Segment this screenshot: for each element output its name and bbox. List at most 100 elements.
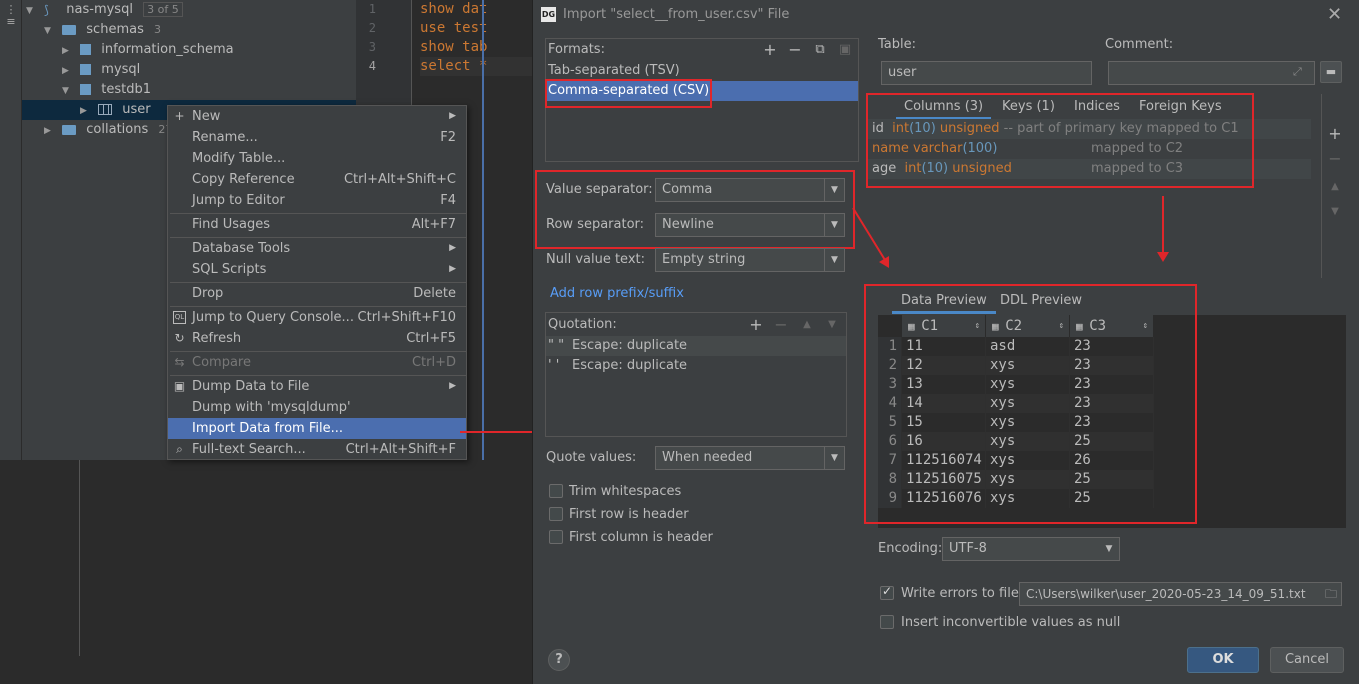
table-cell[interactable]: 13 bbox=[902, 375, 986, 394]
menu-item-find-usages[interactable]: Find Usages Alt+F7 bbox=[168, 214, 466, 235]
database-icon[interactable]: ⋮ ≡ bbox=[5, 4, 17, 30]
comment-input[interactable] bbox=[1108, 61, 1315, 85]
menu-item-new[interactable]: + New ▶ bbox=[168, 106, 466, 127]
column-row[interactable]: id int(10) unsigned -- part of primary k… bbox=[866, 119, 1311, 139]
copy-icon[interactable]: ⧉ bbox=[812, 42, 828, 58]
table-cell[interactable]: 25 bbox=[1070, 432, 1154, 451]
table-cell[interactable]: 112516074 bbox=[902, 451, 986, 470]
table-cell[interactable]: 15 bbox=[902, 413, 986, 432]
table-cell[interactable]: 14 bbox=[902, 394, 986, 413]
cancel-button[interactable]: Cancel bbox=[1270, 647, 1344, 673]
chevron-right-icon[interactable]: ▶ bbox=[62, 41, 74, 61]
menu-item-jump-to-console[interactable]: QL Jump to Query Console... Ctrl+Shift+F10 bbox=[168, 307, 466, 328]
menu-item-dump-data[interactable]: ▣ Dump Data to File ▶ bbox=[168, 376, 466, 397]
move-down-icon[interactable]: ▼ bbox=[824, 317, 840, 333]
table-cell[interactable]: 25 bbox=[1070, 489, 1154, 508]
tree-item-user[interactable]: ▶ user bbox=[80, 100, 151, 120]
format-csv[interactable]: Comma-separated (CSV) bbox=[546, 81, 858, 101]
menu-item-compare[interactable]: ⇆ Compare Ctrl+D bbox=[168, 352, 466, 373]
add-icon[interactable]: + bbox=[748, 317, 764, 333]
write-errors-label[interactable]: Write errors to file: bbox=[901, 586, 1023, 601]
menu-item-database-tools[interactable]: Database Tools ▶ bbox=[168, 238, 466, 259]
sort-icon[interactable]: ⇕ bbox=[1059, 315, 1064, 337]
tree-item-mysql[interactable]: ▶ mysql bbox=[62, 60, 140, 80]
table-cell[interactable]: 23 bbox=[1070, 375, 1154, 394]
tree-schemas[interactable]: ▼ schemas 3 bbox=[44, 20, 161, 40]
menu-item-copy-reference[interactable]: Copy Reference Ctrl+Alt+Shift+C bbox=[168, 169, 466, 190]
table-cell[interactable]: xys bbox=[986, 413, 1070, 432]
tab-keys[interactable]: Keys (1) bbox=[994, 94, 1063, 120]
tab-columns[interactable]: Columns (3) bbox=[896, 94, 992, 120]
first-row-header-checkbox[interactable] bbox=[549, 507, 563, 521]
column-row[interactable]: age int(10) unsigned mapped to C3 bbox=[866, 159, 1311, 179]
encoding-combo[interactable]: UTF-8 ▼ bbox=[942, 537, 1120, 561]
move-up-icon[interactable]: ▲ bbox=[1327, 179, 1343, 195]
table-cell[interactable]: 12 bbox=[902, 356, 986, 375]
quotation-row[interactable]: ' ' Escape: duplicate bbox=[546, 356, 846, 376]
table-cell[interactable]: xys bbox=[986, 451, 1070, 470]
tab-data-preview[interactable]: Data Preview bbox=[892, 288, 996, 314]
save-icon[interactable]: ▣ bbox=[837, 42, 853, 58]
tree-collations[interactable]: ▶ collations 271 bbox=[44, 120, 179, 140]
tree-root[interactable]: ▼ ⟆ nas-mysql 3 of 5 bbox=[26, 0, 183, 20]
write-errors-path-input[interactable]: C:\Users\wilker\user_2020-05-23_14_09_51… bbox=[1019, 582, 1342, 606]
row-separator-combo[interactable]: Newline ▼ bbox=[655, 213, 845, 237]
quote-values-combo[interactable]: When needed ▼ bbox=[655, 446, 845, 470]
menu-item-full-text-search[interactable]: ⌕ Full-text Search... Ctrl+Alt+Shift+F bbox=[168, 439, 466, 460]
table-cell[interactable]: 26 bbox=[1070, 451, 1154, 470]
move-down-icon[interactable]: ▼ bbox=[1327, 204, 1343, 220]
close-icon[interactable]: ✕ bbox=[1327, 4, 1342, 25]
expand-icon[interactable]: ⤢ bbox=[1293, 65, 1302, 79]
add-icon[interactable]: + bbox=[1327, 126, 1343, 142]
menu-item-modify-table[interactable]: Modify Table... bbox=[168, 148, 466, 169]
table-cell[interactable]: 25 bbox=[1070, 470, 1154, 489]
tab-indices[interactable]: Indices bbox=[1066, 94, 1128, 120]
code-line[interactable]: use test bbox=[420, 19, 487, 38]
sort-icon[interactable]: ⇕ bbox=[1143, 315, 1148, 337]
sort-icon[interactable]: ⇕ bbox=[975, 315, 980, 337]
null-value-combo[interactable]: Empty string ▼ bbox=[655, 248, 845, 272]
chevron-right-icon[interactable]: ▶ bbox=[80, 101, 92, 121]
tab-ddl-preview[interactable]: DDL Preview bbox=[991, 288, 1091, 314]
remove-icon[interactable]: − bbox=[787, 42, 803, 58]
menu-item-import-data[interactable]: Import Data from File... bbox=[168, 418, 466, 439]
insert-null-label[interactable]: Insert inconvertible values as null bbox=[901, 615, 1120, 630]
preview-grid[interactable]: ▦ C1 ⇕ ▦ C2 ⇕ ▦ C3 ⇕ 1 11 asd 23 2 12 xys 23 3 13 xys… bbox=[878, 315, 1346, 528]
trim-whitespaces-label[interactable]: Trim whitespaces bbox=[569, 484, 681, 499]
comment-editor-icon[interactable]: ▬ bbox=[1320, 61, 1342, 83]
code-line[interactable]: select * bbox=[420, 57, 532, 76]
column-header[interactable]: ▦ C1 ⇕ bbox=[902, 315, 986, 337]
table-cell[interactable]: 11 bbox=[902, 337, 986, 356]
table-cell[interactable]: xys bbox=[986, 489, 1070, 508]
tree-item-information-schema[interactable]: ▶ information_schema bbox=[62, 40, 234, 60]
menu-item-rename[interactable]: Rename... F2 bbox=[168, 127, 466, 148]
add-prefix-link[interactable]: Add row prefix/suffix bbox=[550, 286, 684, 301]
add-icon[interactable]: + bbox=[762, 42, 778, 58]
insert-null-checkbox[interactable] bbox=[880, 615, 894, 629]
chevron-down-icon[interactable]: ▼ bbox=[26, 1, 38, 21]
chevron-down-icon[interactable]: ▼ bbox=[44, 21, 56, 41]
column-header[interactable]: ▦ C2 ⇕ bbox=[986, 315, 1070, 337]
help-button[interactable]: ? bbox=[548, 649, 570, 671]
table-cell[interactable]: xys bbox=[986, 375, 1070, 394]
menu-item-dump-mysqldump[interactable]: Dump with 'mysqldump' bbox=[168, 397, 466, 418]
menu-item-jump-to-editor[interactable]: Jump to Editor F4 bbox=[168, 190, 466, 211]
table-cell[interactable]: 23 bbox=[1070, 413, 1154, 432]
menu-item-drop[interactable]: Drop Delete bbox=[168, 283, 466, 304]
menu-item-sql-scripts[interactable]: SQL Scripts ▶ bbox=[168, 259, 466, 280]
format-tsv[interactable]: Tab-separated (TSV) bbox=[546, 61, 858, 81]
chevron-right-icon[interactable]: ▶ bbox=[44, 121, 56, 141]
column-header[interactable]: ▦ C3 ⇕ bbox=[1070, 315, 1154, 337]
code-line[interactable]: show dat bbox=[420, 0, 487, 19]
first-column-header-checkbox[interactable] bbox=[549, 530, 563, 544]
table-cell[interactable]: xys bbox=[986, 394, 1070, 413]
quotation-row[interactable]: " " Escape: duplicate bbox=[546, 336, 846, 356]
table-cell[interactable]: 16 bbox=[902, 432, 986, 451]
first-row-header-label[interactable]: First row is header bbox=[569, 507, 689, 522]
tab-foreign-keys[interactable]: Foreign Keys bbox=[1131, 94, 1230, 120]
table-cell[interactable]: 23 bbox=[1070, 356, 1154, 375]
table-cell[interactable]: 112516075 bbox=[902, 470, 986, 489]
table-cell[interactable]: xys bbox=[986, 470, 1070, 489]
code-line[interactable]: show tab bbox=[420, 38, 487, 57]
folder-icon[interactable]: 🗀 bbox=[1325, 583, 1337, 605]
